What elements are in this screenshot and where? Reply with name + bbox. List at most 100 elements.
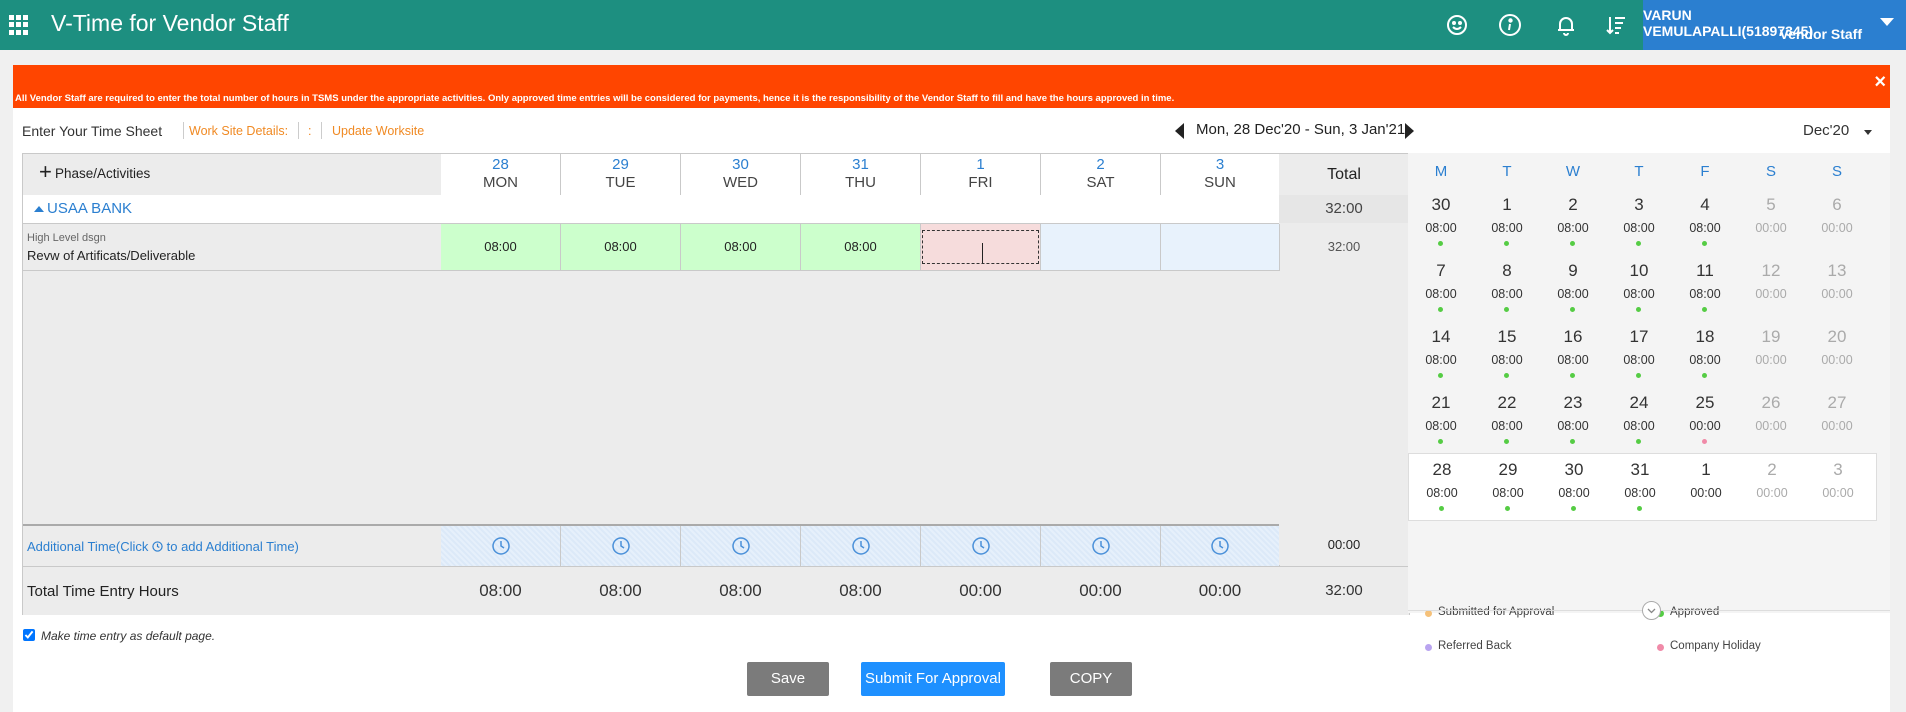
status-dot (1570, 373, 1575, 378)
calendar-day[interactable]: 17 08:00 (1606, 321, 1672, 387)
clock-icon[interactable] (611, 536, 631, 556)
calendar-day[interactable]: 15 08:00 (1474, 321, 1540, 387)
additional-time-cell[interactable] (1161, 526, 1280, 567)
calendar-day[interactable]: 26 00:00 (1738, 387, 1804, 453)
calendar-day[interactable]: 20 00:00 (1804, 321, 1870, 387)
status-dot (1571, 506, 1576, 511)
calendar-day[interactable]: 7 08:00 (1408, 255, 1474, 321)
additional-time-label[interactable]: Additional Time(Click to add Additional … (27, 539, 299, 554)
calendar-day[interactable]: 30 08:00 (1408, 189, 1474, 255)
save-button[interactable]: Save (747, 662, 829, 696)
calendar-day[interactable]: 24 08:00 (1606, 387, 1672, 453)
calendar-day[interactable]: 1 00:00 (1673, 454, 1739, 520)
calendar-day[interactable]: 12 00:00 (1738, 255, 1804, 321)
additional-time-cell[interactable] (1041, 526, 1161, 567)
calendar-day[interactable]: 16 08:00 (1540, 321, 1606, 387)
hours-input-fri[interactable] (922, 230, 1039, 264)
chevron-down-icon[interactable] (1864, 130, 1872, 135)
calendar-day[interactable]: 22 08:00 (1474, 387, 1540, 453)
status-dot (1438, 439, 1443, 444)
calendar-day-number: 14 (1431, 327, 1451, 346)
additional-time-cell[interactable] (921, 526, 1041, 567)
calendar-day-hours: 00:00 (1689, 419, 1721, 433)
additional-time-cell[interactable] (441, 526, 561, 567)
calendar-day[interactable]: 31 08:00 (1607, 454, 1673, 520)
hours-cell-tue[interactable]: 08:00 (561, 224, 681, 271)
hours-cell-fri[interactable] (921, 224, 1041, 271)
calendar-day[interactable]: 3 08:00 (1606, 189, 1672, 255)
hours-cell-sun[interactable] (1161, 224, 1280, 271)
calendar-day[interactable]: 14 08:00 (1408, 321, 1474, 387)
status-dot (1637, 506, 1642, 511)
prev-week-icon[interactable] (1175, 123, 1184, 139)
calendar-day-hours: 00:00 (1821, 419, 1853, 433)
clock-icon[interactable] (491, 536, 511, 556)
additional-time-cell[interactable] (561, 526, 681, 567)
calendar-day[interactable]: 27 00:00 (1804, 387, 1870, 453)
hours-cell-thu[interactable]: 08:00 (801, 224, 921, 271)
calendar-day[interactable]: 2 00:00 (1739, 454, 1805, 520)
clock-icon[interactable] (1210, 536, 1230, 556)
bell-icon[interactable] (1553, 12, 1579, 38)
calendar-day[interactable]: 1 08:00 (1474, 189, 1540, 255)
info-icon[interactable] (1497, 12, 1523, 38)
calendar-day[interactable]: 8 08:00 (1474, 255, 1540, 321)
close-icon[interactable]: × (1874, 71, 1886, 94)
calendar-day[interactable]: 6 00:00 (1804, 189, 1870, 255)
calendar-day[interactable]: 29 08:00 (1475, 454, 1541, 520)
calendar-day-number: 25 (1695, 393, 1715, 412)
hours-cell-wed[interactable]: 08:00 (681, 224, 801, 271)
hours-cell-mon[interactable]: 08:00 (441, 224, 561, 271)
submit-for-approval-button[interactable]: Submit For Approval (861, 662, 1005, 696)
project-row[interactable]: USAA BANK (23, 195, 1279, 224)
calendar-day-hours: 08:00 (1689, 353, 1721, 367)
collapse-caret-icon[interactable] (34, 206, 44, 212)
day-header: 28 MON (441, 154, 561, 196)
calendar-day-number: 24 (1629, 393, 1649, 412)
additional-time-cell[interactable] (681, 526, 801, 567)
calendar-day[interactable]: 30 08:00 (1541, 454, 1607, 520)
day-number: 29 (612, 156, 629, 173)
clock-icon[interactable] (731, 536, 751, 556)
calendar-day[interactable]: 13 00:00 (1804, 255, 1870, 321)
default-page-checkbox[interactable] (23, 628, 35, 641)
calendar-day[interactable]: 9 08:00 (1540, 255, 1606, 321)
legend-dot (1425, 644, 1432, 651)
expand-legend-icon[interactable] (1642, 601, 1661, 620)
calendar-day[interactable]: 4 08:00 (1672, 189, 1738, 255)
copy-button[interactable]: COPY (1050, 662, 1132, 696)
calendar-day-hours: 08:00 (1623, 419, 1655, 433)
sort-list-icon[interactable] (1603, 12, 1629, 38)
caret-down-icon[interactable] (1880, 18, 1894, 26)
calendar-day-hours: 00:00 (1756, 486, 1788, 500)
project-name[interactable]: USAA BANK (47, 200, 132, 217)
clock-icon[interactable] (1091, 536, 1111, 556)
calendar-day[interactable]: 25 00:00 (1672, 387, 1738, 453)
calendar-day[interactable]: 18 08:00 (1672, 321, 1738, 387)
calendar-day[interactable]: 21 08:00 (1408, 387, 1474, 453)
calendar-day[interactable]: 28 08:00 (1409, 454, 1475, 520)
add-phase-icon[interactable]: + (39, 161, 52, 183)
smiley-icon[interactable] (1444, 12, 1470, 38)
calendar-day[interactable]: 3 00:00 (1805, 454, 1871, 520)
calendar-day[interactable]: 5 00:00 (1738, 189, 1804, 255)
calendar-day[interactable]: 19 00:00 (1738, 321, 1804, 387)
additional-time-cell[interactable] (801, 526, 921, 567)
calendar-day-hours: 08:00 (1689, 221, 1721, 235)
calendar-day[interactable]: 23 08:00 (1540, 387, 1606, 453)
status-dot (1636, 241, 1641, 246)
calendar-day-number: 2 (1767, 460, 1777, 479)
next-week-icon[interactable] (1405, 123, 1414, 139)
update-worksite-link[interactable]: Update Worksite (332, 124, 424, 138)
month-select[interactable]: Dec'20 (1803, 122, 1849, 139)
calendar-day[interactable]: 10 08:00 (1606, 255, 1672, 321)
clock-icon[interactable] (971, 536, 991, 556)
legend-referred: Referred Back (1425, 640, 1512, 652)
calendar-day[interactable]: 11 08:00 (1672, 255, 1738, 321)
clock-icon[interactable] (851, 536, 871, 556)
apps-grid-icon[interactable] (9, 15, 29, 35)
calendar-day[interactable]: 2 08:00 (1540, 189, 1606, 255)
status-dot (1504, 373, 1509, 378)
user-menu[interactable]: VARUN VEMULAPALLI(51897345) Vendor Staff (1643, 0, 1906, 50)
hours-cell-sat[interactable] (1041, 224, 1161, 271)
